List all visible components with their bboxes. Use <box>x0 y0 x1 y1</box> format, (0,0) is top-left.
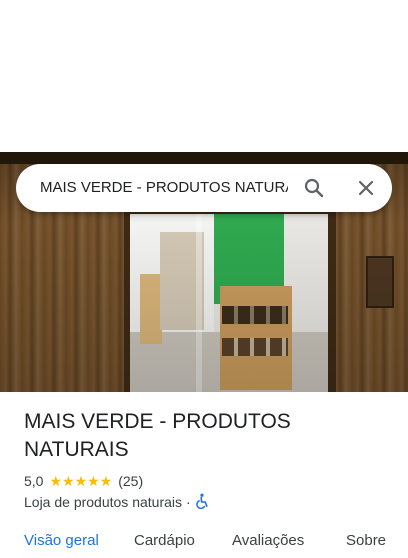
search-icon[interactable] <box>302 176 326 200</box>
close-icon[interactable] <box>354 176 378 200</box>
rating-row[interactable]: 5,0 ★★★★★ (25) <box>24 471 143 491</box>
wheelchair-icon <box>195 493 209 512</box>
place-category[interactable]: Loja de produtos naturais <box>24 494 182 510</box>
review-count[interactable]: (25) <box>118 473 143 489</box>
tab-reviews[interactable]: Avaliações <box>232 532 304 549</box>
tab-overview[interactable]: Visão geral <box>24 532 99 549</box>
tab-about[interactable]: Sobre <box>346 532 386 549</box>
search-bar[interactable]: MAIS VERDE - PRODUTOS NATURAI <box>16 164 392 212</box>
separator: · <box>186 494 191 510</box>
tab-bar: Visão geral Cardápio Avaliações Sobre <box>0 528 408 558</box>
tab-menu[interactable]: Cardápio <box>134 532 195 549</box>
star-icons: ★★★★★ <box>49 472 113 489</box>
place-title: MAIS VERDE - PRODUTOS NATURAIS <box>24 410 291 461</box>
search-input[interactable]: MAIS VERDE - PRODUTOS NATURAI <box>40 164 288 212</box>
category-row: Loja de produtos naturais · <box>24 492 209 512</box>
rating-value: 5,0 <box>24 473 44 489</box>
